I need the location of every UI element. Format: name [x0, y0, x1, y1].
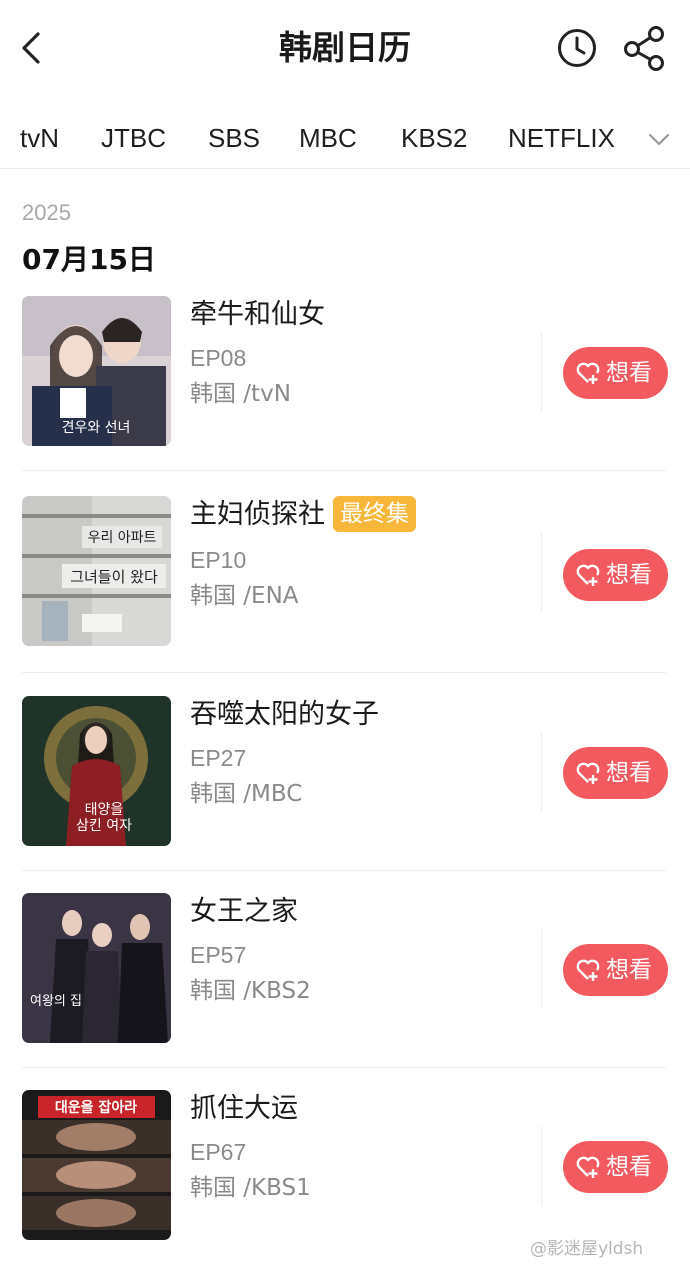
poster-image: 태양을 삼킨 여자 [22, 696, 171, 846]
clock-icon [558, 29, 596, 67]
svg-text:견우와 선녀: 견우와 선녀 [62, 420, 131, 436]
show-poster[interactable]: 태양을 삼킨 여자 [22, 696, 171, 846]
finale-badge: 最终集 [333, 496, 416, 532]
year-label: 2025 [22, 200, 71, 225]
list-item[interactable]: 태양을 삼킨 여자 吞噬太阳的女子 EP27 韩国 /MBC 想看 [0, 696, 690, 871]
want-to-watch-button[interactable]: 想看 [563, 347, 668, 399]
tabs-expand-button[interactable] [645, 126, 673, 154]
list-item[interactable]: 우리 아파트 그녀들이 왔다 主妇侦探社 最终集 EP10 韩国 /ENA 想看 [0, 496, 690, 673]
list-item[interactable]: 견우와 선녀 牵牛和仙女 EP08 韩国 /tvN 想看 [0, 296, 690, 471]
heart-plus-icon [576, 1156, 600, 1178]
svg-text:여왕의 집: 여왕의 집 [30, 994, 82, 1009]
want-to-watch-button[interactable]: 想看 [563, 1141, 668, 1193]
show-meta: 韩国 /KBS2 [190, 978, 311, 1004]
tab-mbc[interactable]: MBC [299, 120, 357, 156]
divider [541, 332, 542, 412]
tab-netflix[interactable]: NETFLIX [508, 120, 615, 156]
svg-text:우리 아파트: 우리 아파트 [88, 530, 157, 546]
date-label: 07月15日 [22, 243, 156, 276]
tab-tvn[interactable]: tvN [20, 120, 59, 156]
episode-label: EP10 [190, 547, 247, 573]
want-label: 想看 [606, 360, 652, 386]
show-meta: 韩国 /KBS1 [190, 1175, 311, 1201]
episode-label: EP67 [190, 1139, 247, 1165]
want-label: 想看 [606, 760, 652, 786]
heart-plus-icon [576, 564, 600, 586]
row-divider [22, 1067, 666, 1068]
share-button[interactable] [622, 24, 670, 72]
poster-image: 대운을 잡아라 [22, 1090, 171, 1240]
divider [541, 929, 542, 1009]
show-meta: 韩国 /MBC [190, 781, 303, 807]
divider [541, 1126, 542, 1206]
heart-plus-icon [576, 959, 600, 981]
show-meta: 韩国 /tvN [190, 381, 291, 407]
row-divider [22, 870, 666, 871]
svg-text:대운을 잡아라: 대운을 잡아라 [55, 1099, 137, 1116]
row-divider [22, 470, 666, 471]
tab-kbs2[interactable]: KBS2 [401, 120, 468, 156]
show-title: 牵牛和仙女 [190, 299, 325, 330]
show-title: 主妇侦探社 最终集 [190, 496, 416, 534]
show-title: 抓住大运 [190, 1093, 298, 1124]
svg-text:태양을: 태양을 [85, 802, 124, 818]
top-bar: 韩剧日历 [0, 0, 690, 98]
row-divider [22, 672, 666, 673]
divider [541, 732, 542, 812]
show-poster[interactable]: 우리 아파트 그녀들이 왔다 [22, 496, 171, 646]
tab-sbs[interactable]: SBS [208, 120, 260, 156]
want-to-watch-button[interactable]: 想看 [563, 747, 668, 799]
heart-plus-icon [576, 762, 600, 784]
show-poster[interactable]: 견우와 선녀 [22, 296, 171, 446]
episode-label: EP08 [190, 345, 247, 371]
want-label: 想看 [606, 1154, 652, 1180]
show-title: 女王之家 [190, 896, 298, 927]
tab-jtbc[interactable]: JTBC [101, 120, 166, 156]
episode-label: EP27 [190, 745, 247, 771]
svg-text:삼킨 여자: 삼킨 여자 [76, 818, 132, 834]
want-label: 想看 [606, 562, 652, 588]
want-to-watch-button[interactable]: 想看 [563, 549, 668, 601]
show-poster[interactable]: 대운을 잡아라 [22, 1090, 171, 1240]
poster-image: 여왕의 집 [22, 893, 171, 1043]
divider [541, 532, 542, 612]
heart-plus-icon [576, 362, 600, 384]
share-icon [624, 26, 664, 71]
show-meta: 韩国 /ENA [190, 583, 299, 609]
want-to-watch-button[interactable]: 想看 [563, 944, 668, 996]
want-label: 想看 [606, 957, 652, 983]
list-item[interactable]: 여왕의 집 女王之家 EP57 韩国 /KBS2 想看 [0, 893, 690, 1068]
poster-image: 견우와 선녀 [22, 296, 171, 446]
list-item[interactable]: 대운을 잡아라 抓住大运 EP67 韩国 /KBS1 想看 [0, 1090, 690, 1240]
svg-text:그녀들이 왔다: 그녀들이 왔다 [70, 568, 158, 586]
chevron-down-icon [648, 133, 670, 146]
show-poster[interactable]: 여왕의 집 [22, 893, 171, 1043]
channel-tabs: tvN JTBC SBS MBC KBS2 NETFLIX [0, 108, 690, 169]
watermark: @影迷屋yldsh [530, 1239, 644, 1259]
poster-image: 우리 아파트 그녀들이 왔다 [22, 496, 171, 646]
history-button[interactable] [556, 27, 598, 69]
episode-label: EP57 [190, 942, 247, 968]
show-title: 吞噬太阳的女子 [190, 699, 379, 730]
